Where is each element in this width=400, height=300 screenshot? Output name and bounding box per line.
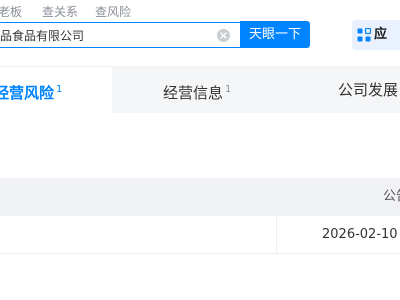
grid-icon [357, 28, 371, 42]
tab-label: 经营信息 [163, 84, 224, 102]
clear-icon[interactable] [217, 29, 230, 42]
tab-company-development[interactable]: 公司发展 [338, 67, 398, 113]
table-header [0, 178, 400, 216]
tab-bar: 经营风险 1 经营信息 1 公司发展 [0, 66, 400, 113]
tab-count: 1 [225, 84, 232, 95]
app-button-label: 应 [374, 27, 388, 42]
search-button[interactable]: 天眼一下 [240, 21, 310, 48]
table-cell-date: 2026-02-10 至 [322, 227, 400, 242]
table-header-announcement: 公告 [383, 189, 400, 204]
tab-label: 公司发展 [338, 81, 399, 99]
search-input-value: 品食品有限公司 [0, 29, 85, 43]
search-type-boss[interactable]: 老板 [0, 4, 22, 20]
search-type-risk[interactable]: 查风险 [95, 4, 131, 20]
app-button[interactable]: 应 [352, 20, 400, 50]
page: 老板 查关系 查风险 品食品有限公司 天眼一下 应 经营风险 1 经营信息 1 公司… [0, 0, 400, 300]
search-type-relation[interactable]: 查关系 [42, 4, 78, 20]
tab-business-risk[interactable]: 经营风险 1 [0, 67, 112, 113]
tab-count: 1 [56, 84, 63, 95]
tab-business-info[interactable]: 经营信息 1 [163, 67, 231, 113]
tab-label: 经营风险 [0, 84, 55, 102]
column-divider [276, 216, 277, 253]
